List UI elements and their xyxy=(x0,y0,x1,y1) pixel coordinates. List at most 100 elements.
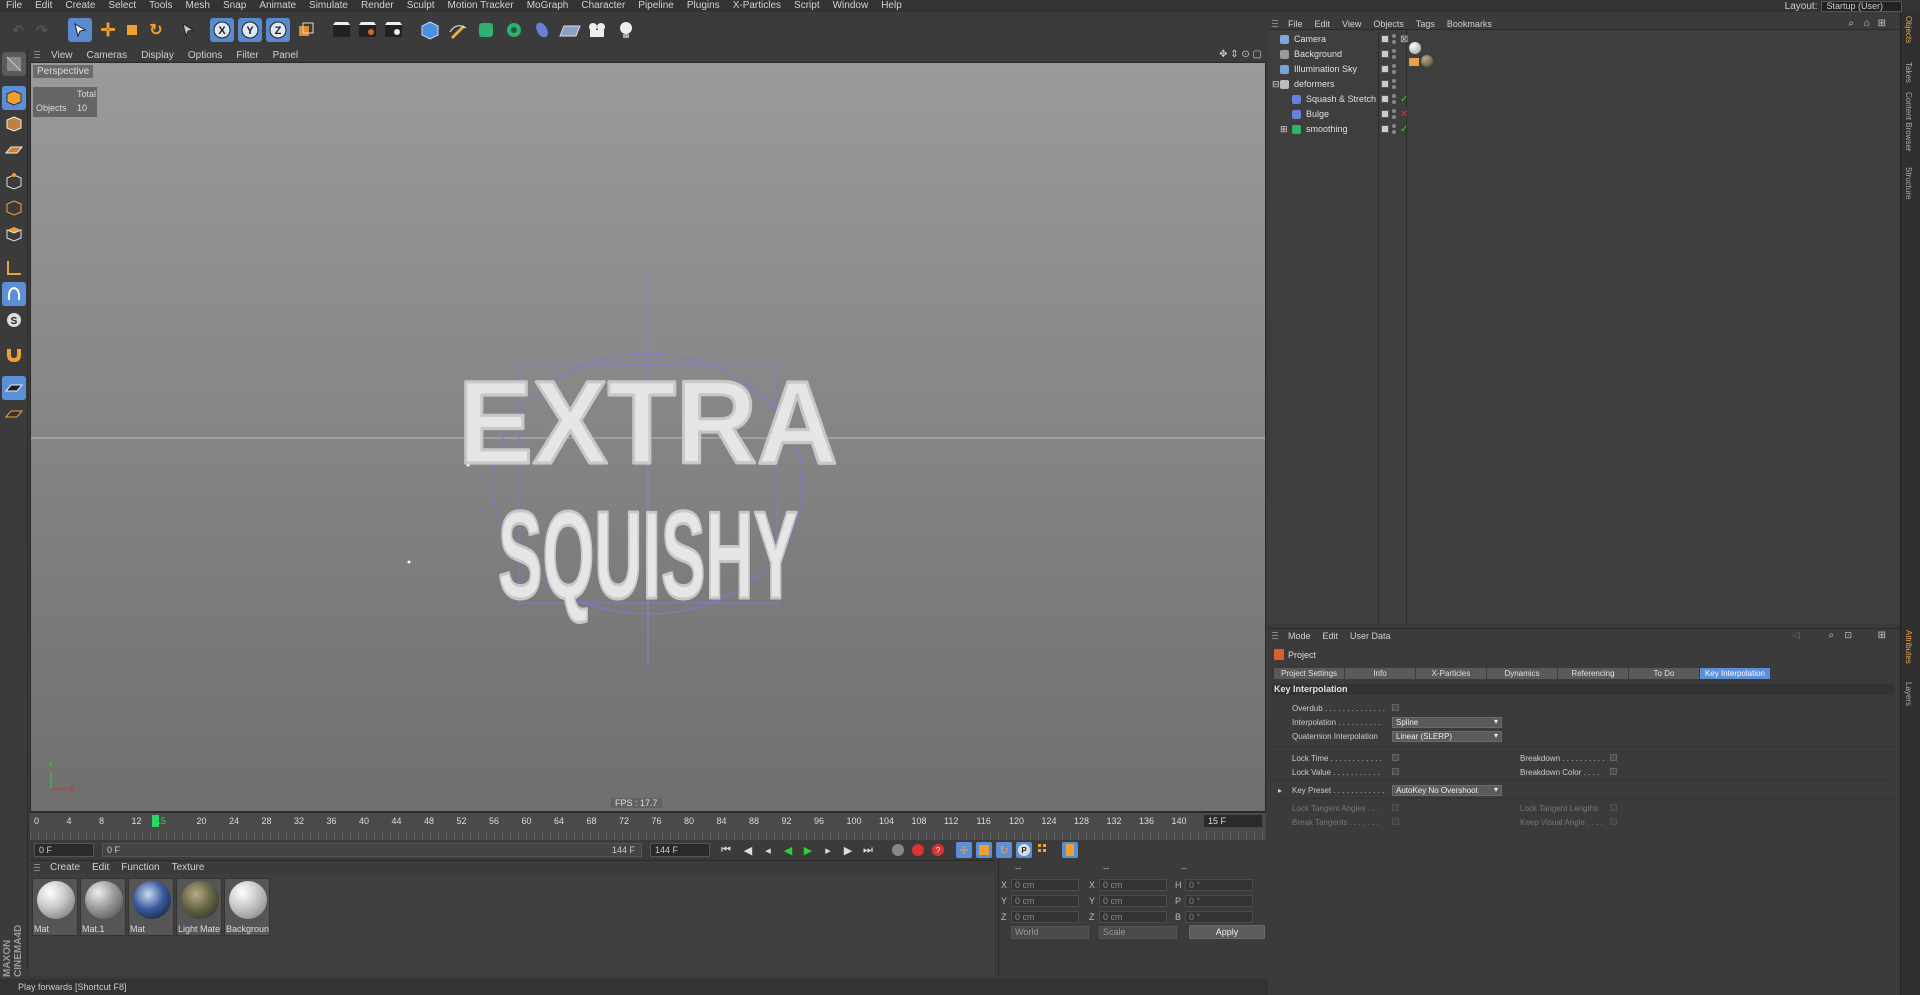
editor-visibility-dot[interactable] xyxy=(1392,79,1396,83)
tab-to-do[interactable]: To Do xyxy=(1629,668,1699,679)
menu-sculpt[interactable]: Sculpt xyxy=(401,0,442,12)
go-to-end-icon[interactable]: ⏭ xyxy=(860,842,876,858)
live-selection-icon[interactable] xyxy=(68,18,92,42)
back-arrow-icon[interactable]: ◁ xyxy=(1792,630,1800,641)
rotation-b-field[interactable]: 0 ° xyxy=(1185,911,1253,923)
object-row[interactable]: Squash & Stretch ✓ xyxy=(1268,92,1900,107)
tab-referencing[interactable]: Referencing xyxy=(1558,668,1628,679)
x-axis-lock-icon[interactable]: X xyxy=(210,18,234,42)
tweak-mode-icon[interactable] xyxy=(2,282,26,306)
object-menu-view[interactable]: View xyxy=(1336,19,1367,29)
menu-file[interactable]: File xyxy=(0,0,29,12)
home-icon[interactable]: ⌂ xyxy=(1864,18,1870,29)
editor-visibility-dot[interactable] xyxy=(1392,109,1396,113)
camera-icon[interactable] xyxy=(586,18,610,42)
menu-animate[interactable]: Animate xyxy=(253,0,303,12)
texture-mode-icon[interactable] xyxy=(2,112,26,136)
light-icon[interactable] xyxy=(614,18,638,42)
panel-grip-icon[interactable] xyxy=(1272,631,1278,640)
cloner-icon[interactable] xyxy=(502,18,526,42)
parameter-key-icon[interactable]: P xyxy=(1016,842,1032,858)
workplane-mode-icon[interactable] xyxy=(2,138,26,162)
tab-objects[interactable]: Objects xyxy=(1904,16,1913,43)
editor-visibility-dot[interactable] xyxy=(1392,94,1396,98)
y-axis-lock-icon[interactable]: Y xyxy=(238,18,262,42)
menu-script[interactable]: Script xyxy=(788,0,827,12)
rotation-p-field[interactable]: 0 ° xyxy=(1185,895,1253,907)
size-y-field[interactable]: 0 cm xyxy=(1099,895,1167,907)
render-picture-viewer-icon[interactable] xyxy=(356,18,380,42)
redo-icon[interactable]: ↷ xyxy=(30,18,54,42)
viewport-menu-display[interactable]: Display xyxy=(134,50,181,61)
position-key-icon[interactable]: ✛ xyxy=(956,842,972,858)
expand-arrow-icon[interactable]: ▸ xyxy=(1278,786,1282,795)
layer-checkbox[interactable] xyxy=(1381,50,1389,58)
object-row[interactable]: Background xyxy=(1268,47,1900,62)
object-name[interactable]: Bulge xyxy=(1306,107,1329,122)
model-mode-icon[interactable] xyxy=(2,86,26,110)
object-name[interactable]: Camera xyxy=(1294,32,1326,47)
z-axis-lock-icon[interactable]: Z xyxy=(266,18,290,42)
layer-checkbox[interactable] xyxy=(1381,125,1389,133)
material-swatch[interactable]: Backgroun xyxy=(224,878,270,936)
breakdown-color-checkbox[interactable] xyxy=(1610,768,1617,775)
coordinate-space-dropdown[interactable]: World xyxy=(1011,926,1089,939)
magnet-icon[interactable] xyxy=(2,342,26,366)
menu-edit[interactable]: Edit xyxy=(29,0,59,12)
panel-grip-icon[interactable] xyxy=(1272,19,1278,28)
menu-pipeline[interactable]: Pipeline xyxy=(632,0,681,12)
snap-icon[interactable]: S xyxy=(2,308,26,332)
new-view-icon[interactable]: ⊞ xyxy=(1878,18,1886,29)
material-swatch[interactable]: Mat xyxy=(128,878,174,936)
tab-attributes[interactable]: Attributes xyxy=(1904,630,1913,664)
object-name[interactable]: smoothing xyxy=(1306,122,1348,137)
object-row[interactable]: Illumination Sky xyxy=(1268,62,1900,77)
keyframe-selection-icon[interactable]: ? xyxy=(930,842,946,858)
autokey-icon[interactable] xyxy=(910,842,926,858)
size-x-field[interactable]: 0 cm xyxy=(1099,879,1167,891)
object-row[interactable]: Camera ⊠ xyxy=(1268,32,1900,47)
render-visibility-dot[interactable] xyxy=(1392,55,1396,59)
viewport-nav-icons[interactable]: ✥ ⇕ ⊙ ▢ xyxy=(1219,49,1262,60)
attribute-menu-edit[interactable]: Edit xyxy=(1317,631,1345,641)
search-icon[interactable]: ⌕ xyxy=(1848,18,1854,29)
menu-window[interactable]: Window xyxy=(827,0,876,12)
position-x-field[interactable]: 0 cm xyxy=(1011,879,1079,891)
lock-time-checkbox[interactable] xyxy=(1392,754,1399,761)
material-swatch[interactable]: Light Mate xyxy=(176,878,222,936)
viewport-menu-view[interactable]: View xyxy=(44,50,80,61)
object-menu-edit[interactable]: Edit xyxy=(1309,19,1337,29)
material-menu-edit[interactable]: Edit xyxy=(86,862,115,873)
lock-tangent-angles-checkbox[interactable] xyxy=(1392,804,1399,811)
break-tangents-checkbox[interactable] xyxy=(1392,818,1399,825)
tab-key-interpolation[interactable]: Key Interpolation xyxy=(1700,668,1770,679)
end-frame-field[interactable]: 144 F xyxy=(650,843,710,857)
record-keys-icon[interactable] xyxy=(890,842,906,858)
layout-selector[interactable]: Layout: Startup (User) xyxy=(1785,0,1902,12)
next-frame-icon[interactable]: ▸ xyxy=(820,842,836,858)
attribute-menu-mode[interactable]: Mode xyxy=(1282,631,1317,641)
compositing-tag-icon[interactable] xyxy=(1409,58,1419,66)
editor-visibility-dot[interactable] xyxy=(1392,34,1396,38)
object-row[interactable]: ⊟ deformers xyxy=(1268,77,1900,92)
editor-visibility-dot[interactable] xyxy=(1392,49,1396,53)
object-menu-file[interactable]: File xyxy=(1282,19,1309,29)
tab-layers[interactable]: Layers xyxy=(1904,682,1913,706)
enabled-status-icon[interactable]: ✕ xyxy=(1400,107,1408,122)
quaternion-dropdown[interactable]: Linear (SLERP) xyxy=(1392,731,1502,742)
rotation-h-field[interactable]: 0 ° xyxy=(1185,879,1253,891)
play-backwards-icon[interactable]: ◀ xyxy=(780,842,796,858)
tab-structure[interactable]: Structure xyxy=(1904,167,1913,199)
viewport-menu-options[interactable]: Options xyxy=(181,50,229,61)
position-y-field[interactable]: 0 cm xyxy=(1011,895,1079,907)
edges-mode-icon[interactable] xyxy=(2,196,26,220)
editor-visibility-dot[interactable] xyxy=(1392,124,1396,128)
layer-checkbox[interactable] xyxy=(1381,95,1389,103)
layer-checkbox[interactable] xyxy=(1381,65,1389,73)
scale-icon[interactable] xyxy=(120,18,144,42)
timeline[interactable]: 0 4 8 12 15 20 24 28 32 36 40 44 48 52 56 60 64 68 72 76 80 8… xyxy=(30,812,1266,840)
menu-mograph[interactable]: MoGraph xyxy=(521,0,576,12)
cube-icon[interactable] xyxy=(418,18,442,42)
breakdown-checkbox[interactable] xyxy=(1610,754,1617,761)
polygons-mode-icon[interactable] xyxy=(2,222,26,246)
